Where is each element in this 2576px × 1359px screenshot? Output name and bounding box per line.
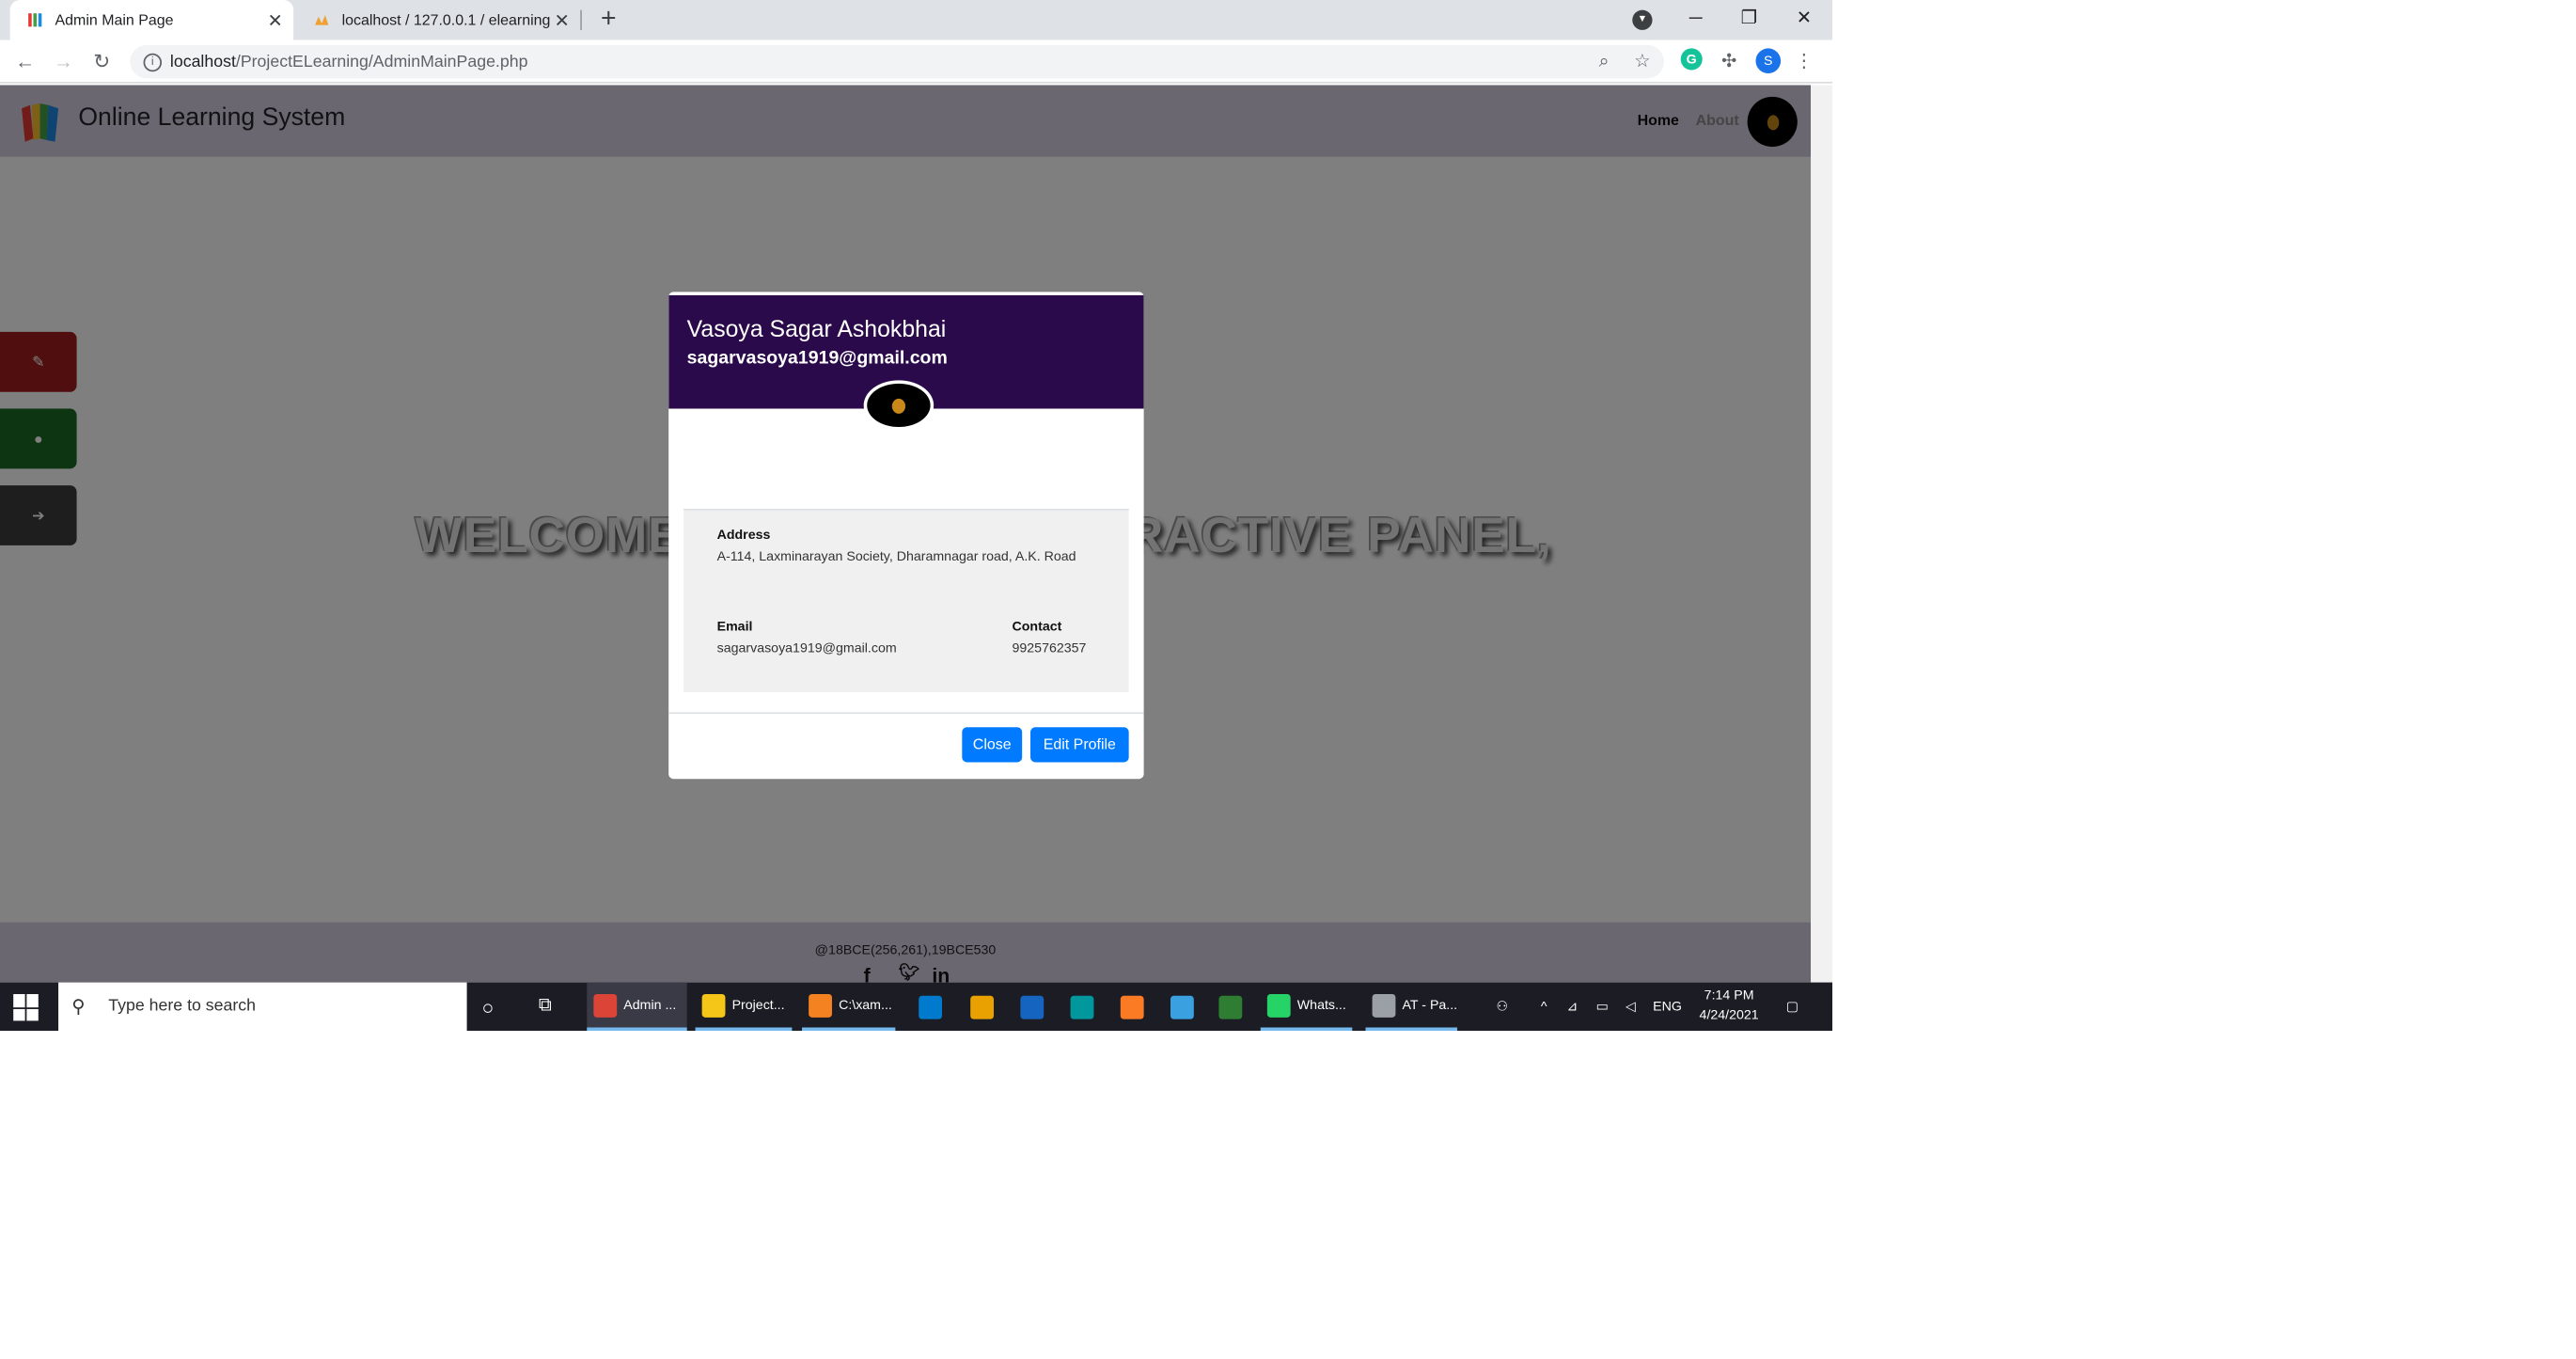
close-window-button[interactable]: ✕ <box>1778 0 1831 37</box>
page-viewport: Online Learning System Home About WELCOM… <box>0 85 1833 983</box>
app-icon <box>809 993 832 1017</box>
forward-arrow-icon[interactable]: → <box>50 48 76 74</box>
search-placeholder: Type here to search <box>108 997 257 1017</box>
app-icon <box>701 993 726 1017</box>
taskbar-app-10[interactable]: Whats... <box>1260 983 1353 1032</box>
profile-modal: Vasoya Sagar Ashokbhai sagarvasoya1919@g… <box>668 292 1144 780</box>
app-icon <box>1020 994 1045 1019</box>
contact-value: 9925762357 <box>1012 640 1087 656</box>
browser-menu-icon[interactable]: ⋮ <box>1793 50 1816 73</box>
modal-footer-divider <box>668 712 1144 715</box>
page-scrollbar[interactable] <box>1811 85 1833 983</box>
tab-search-icon[interactable]: ▼ <box>1632 9 1653 30</box>
site-info-icon[interactable]: i <box>143 52 163 71</box>
restore-button[interactable]: ❐ <box>1722 0 1776 37</box>
taskbar-app-0[interactable]: Admin ... <box>587 982 687 1032</box>
bookmark-star-icon[interactable]: ☆ <box>1630 50 1654 73</box>
url-path: /ProjectELearning/AdminMainPage.php <box>235 52 528 71</box>
extensions-puzzle-icon[interactable]: ✣ <box>1718 50 1741 73</box>
clock-date: 4/24/2021 <box>1699 1007 1759 1023</box>
profile-name: Vasoya Sagar Ashokbhai <box>686 315 947 342</box>
close-tab-icon[interactable]: ✕ <box>550 9 573 31</box>
browser-toolbar: ← → ↻ i localhost/ProjectELearning/Admin… <box>0 40 1833 84</box>
network-icon[interactable]: ⊿ <box>1563 983 1582 1031</box>
app-icon <box>1070 994 1094 1019</box>
task-view-icon[interactable]: ⧉ <box>539 983 565 1031</box>
app-icon <box>1170 994 1194 1019</box>
taskbar-app-8[interactable] <box>1164 983 1201 1031</box>
tab-title: localhost / 127.0.0.1 / elearning / <box>341 11 551 29</box>
zoom-icon[interactable]: ⌕ <box>1593 50 1616 73</box>
tab-title: Admin Main Page <box>55 11 174 29</box>
taskbar-app-label: C:\xam... <box>839 997 892 1013</box>
volume-icon[interactable]: ◁ <box>1619 983 1642 1031</box>
windows-taskbar: ⚲ Type here to search ○ ⧉ Admin ... Proje… <box>0 982 1833 1032</box>
taskbar-app-label: Admin ... <box>623 997 677 1013</box>
contact-label: Contact <box>1012 618 1062 634</box>
address-label: Address <box>716 527 771 543</box>
phpmyadmin-favicon-icon <box>315 14 329 25</box>
people-icon[interactable]: ⚇ <box>1489 983 1516 1031</box>
address-bar[interactable]: i localhost/ProjectELearning/AdminMainPa… <box>130 44 1664 79</box>
taskbar-app-1[interactable]: Project... <box>695 983 793 1032</box>
desktop-screen: Admin Main Page ✕ localhost / 127.0.0.1 … <box>0 0 1833 1032</box>
taskbar-app-9[interactable] <box>1212 983 1249 1031</box>
new-tab-button[interactable]: + <box>593 4 623 37</box>
cortana-icon[interactable]: ○ <box>482 983 509 1031</box>
battery-icon[interactable]: ▭ <box>1591 983 1614 1031</box>
taskbar-app-4[interactable] <box>964 983 1000 1031</box>
email-value: sagarvasoya1919@gmail.com <box>716 640 897 656</box>
taskbar-search-input[interactable]: ⚲ Type here to search <box>58 982 467 1032</box>
app-icon <box>1372 993 1396 1017</box>
screenshot-canvas: Admin Main Page ✕ localhost / 127.0.0.1 … <box>0 0 2576 1359</box>
taskbar-app-6[interactable] <box>1063 983 1100 1031</box>
app-icon <box>1120 994 1144 1019</box>
notifications-icon[interactable]: ▢ <box>1781 983 1804 1031</box>
app-icon <box>1218 994 1243 1019</box>
email-label: Email <box>716 618 753 634</box>
reload-icon[interactable]: ↻ <box>88 48 115 74</box>
url-host: localhost <box>169 52 236 71</box>
app-icon <box>970 994 995 1019</box>
taskbar-app-label: Whats... <box>1296 997 1346 1013</box>
close-button[interactable]: Close <box>962 727 1023 763</box>
profile-avatar[interactable]: S <box>1755 48 1782 74</box>
taskbar-clock[interactable]: 7:14 PM 4/24/2021 <box>1690 986 1767 1026</box>
taskbar-app-label: AT - Pa... <box>1402 997 1458 1013</box>
tab-admin-main-page[interactable]: Admin Main Page ✕ <box>9 0 294 40</box>
tab-separator <box>580 9 582 30</box>
address-value: A-114, Laxminarayan Society, Dharamnagar… <box>716 548 1076 564</box>
taskbar-app-3[interactable] <box>912 983 949 1031</box>
windows-start-icon[interactable] <box>13 994 39 1021</box>
close-tab-icon[interactable]: ✕ <box>263 9 287 31</box>
back-arrow-icon[interactable]: ← <box>11 48 38 74</box>
taskbar-app-7[interactable] <box>1114 983 1151 1031</box>
taskbar-app-5[interactable] <box>1013 983 1050 1031</box>
grammarly-extension-icon[interactable]: G <box>1680 48 1703 71</box>
minimize-button[interactable]: ─ <box>1669 0 1722 37</box>
taskbar-app-2[interactable]: C:\xam... <box>802 983 896 1032</box>
edit-profile-button[interactable]: Edit Profile <box>1030 727 1129 763</box>
tab-phpmyadmin[interactable]: localhost / 127.0.0.1 / elearning / ✕ <box>297 0 580 40</box>
profile-details-card: Address A-114, Laxminarayan Society, Dha… <box>683 508 1129 693</box>
search-icon: ⚲ <box>71 997 86 1018</box>
language-indicator[interactable]: ENG <box>1649 983 1686 1031</box>
app-icon <box>1266 993 1291 1017</box>
clock-time: 7:14 PM <box>1704 987 1754 1003</box>
profile-header-email: sagarvasoya1919@gmail.com <box>686 348 948 369</box>
taskbar-app-label: Project... <box>731 997 785 1013</box>
taskbar-app-11[interactable]: AT - Pa... <box>1365 983 1458 1032</box>
show-hidden-icons-icon[interactable]: ^ <box>1534 983 1554 1031</box>
app-icon <box>919 994 943 1019</box>
app-icon <box>593 993 618 1017</box>
book-favicon-icon <box>28 13 42 27</box>
profile-avatar <box>863 380 935 431</box>
browser-tab-strip: Admin Main Page ✕ localhost / 127.0.0.1 … <box>0 0 1833 40</box>
